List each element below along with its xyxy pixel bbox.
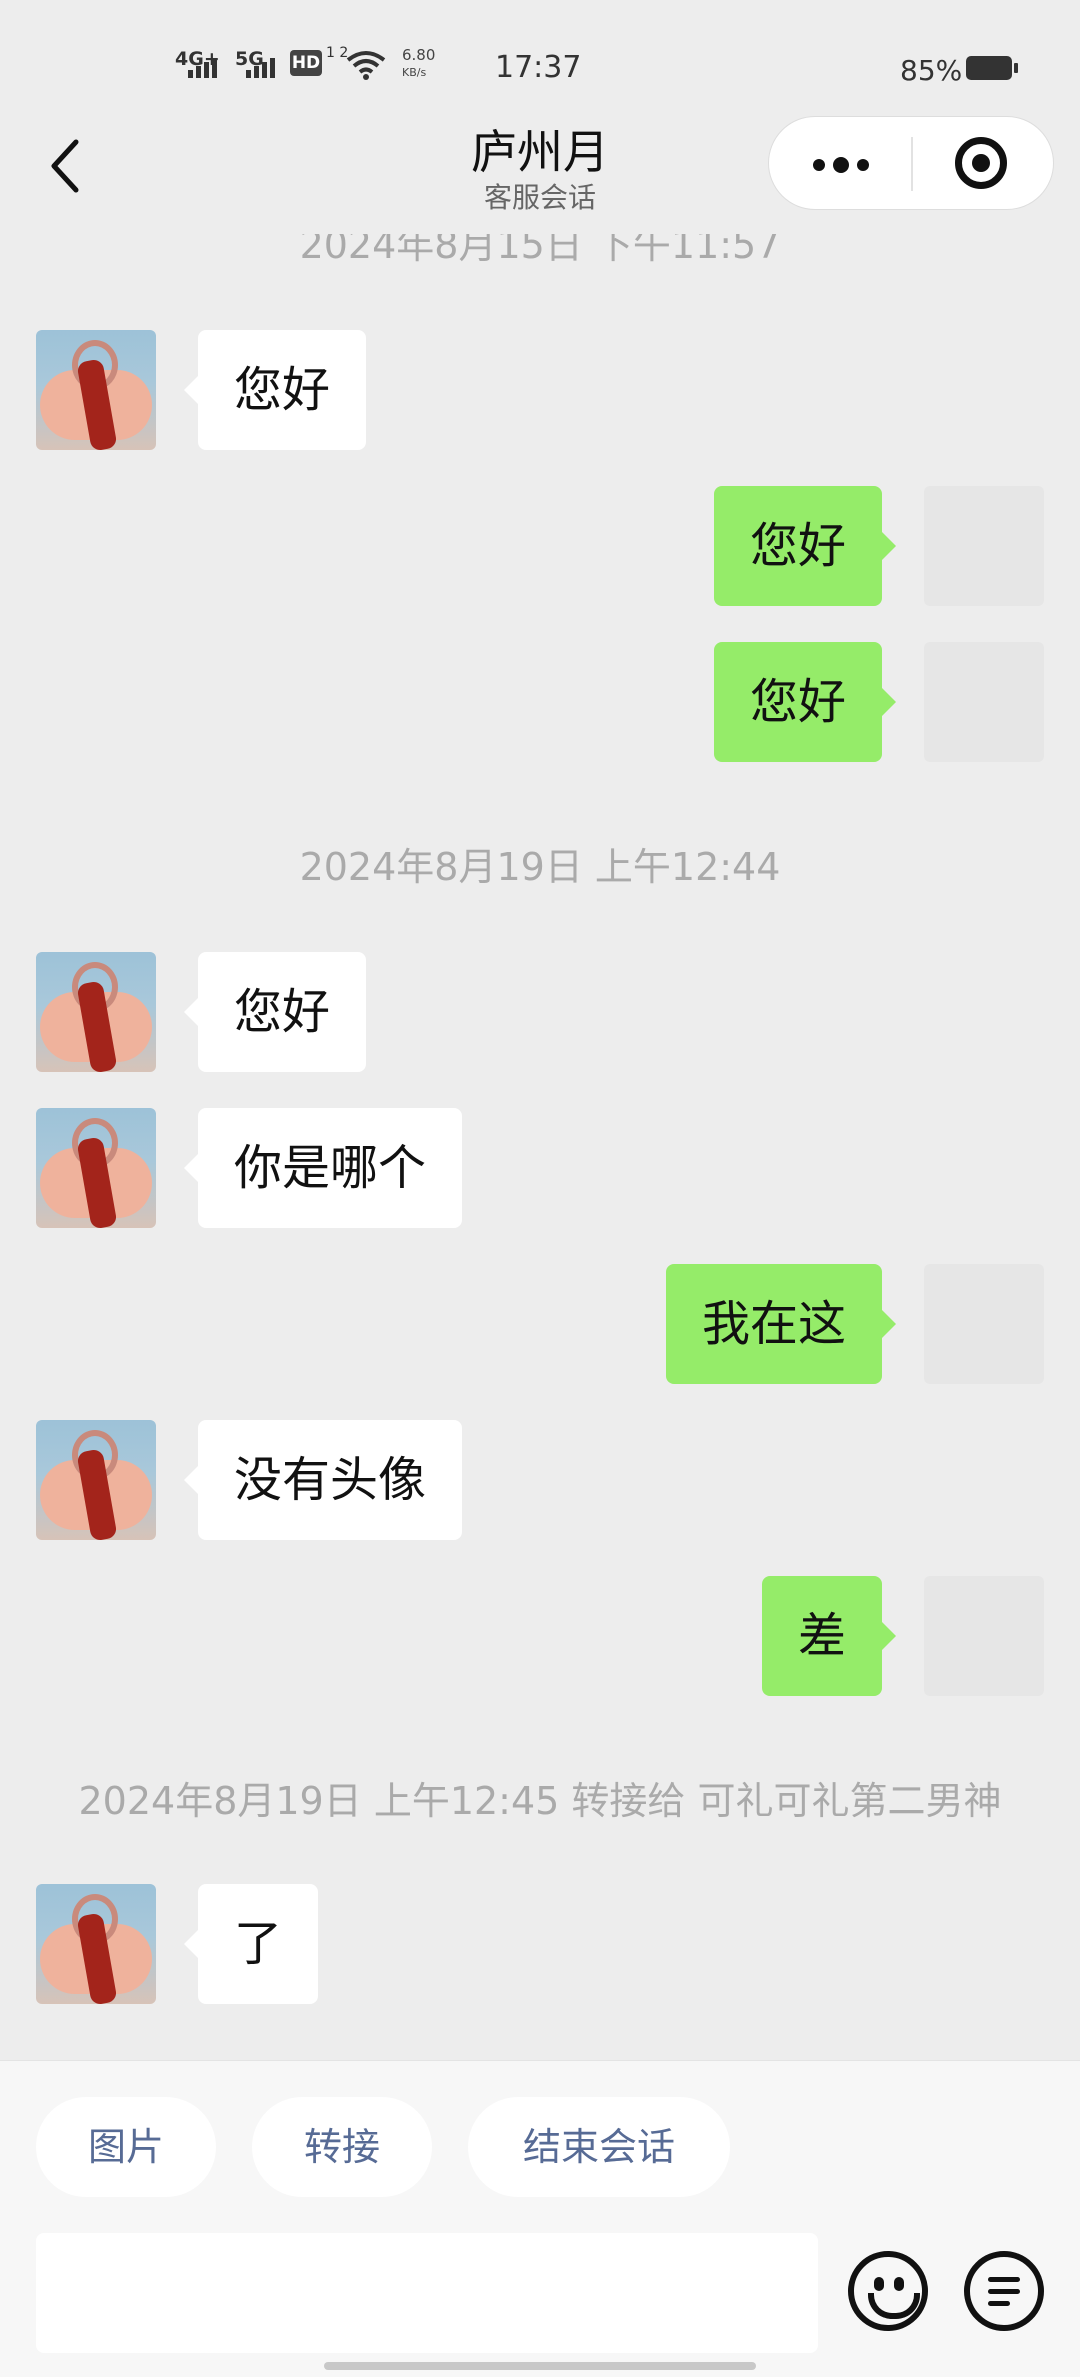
- message-received[interactable]: 了: [183, 1884, 319, 2004]
- avatar[interactable]: [36, 952, 156, 1072]
- capsule-divider: [911, 137, 913, 191]
- network-speed: 6.80 KB/s: [402, 46, 435, 82]
- speed-unit: KB/s: [402, 66, 427, 79]
- message-sent[interactable]: 差: [761, 1576, 897, 1696]
- avatar-self[interactable]: [924, 642, 1044, 762]
- miniprogram-capsule: [768, 116, 1054, 210]
- wifi-icon: [346, 51, 386, 80]
- signal-bars-icon: [188, 56, 222, 78]
- emoji-icon[interactable]: [848, 2251, 928, 2331]
- target-icon[interactable]: [955, 137, 1007, 189]
- battery-percent: 85%: [900, 54, 963, 87]
- avatar-self[interactable]: [924, 1576, 1044, 1696]
- image-button[interactable]: 图片: [36, 2097, 216, 2197]
- more-dots-icon[interactable]: [807, 145, 877, 181]
- message-received[interactable]: 您好: [183, 952, 367, 1072]
- message-input[interactable]: [36, 2233, 818, 2353]
- chat-area[interactable]: 2024年8月15日 下午11:57 您好 您好 您好 2024年8月19日 上…: [0, 234, 1080, 2060]
- nav-bar: 庐州月 客服会话: [0, 110, 1080, 234]
- message-sent[interactable]: 我在这: [665, 1264, 897, 1384]
- end-session-button[interactable]: 结束会话: [468, 2097, 730, 2197]
- status-bar: 4G+ 5G HD 1 2 6.80 KB/s 17:37 85%: [0, 0, 1080, 110]
- avatar[interactable]: [36, 330, 156, 450]
- message-sent[interactable]: 您好: [713, 642, 897, 762]
- signal-bars-5g-icon: [246, 56, 280, 78]
- clock: 17:37: [495, 50, 582, 85]
- message-received[interactable]: 你是哪个: [183, 1108, 463, 1228]
- timestamp: 2024年8月19日 上午12:44: [299, 845, 781, 889]
- speed-value: 6.80: [402, 46, 436, 64]
- message-received[interactable]: 您好: [183, 330, 367, 450]
- avatar[interactable]: [36, 1884, 156, 2004]
- home-indicator[interactable]: [324, 2362, 756, 2370]
- timestamp-transfer: 2024年8月19日 上午12:45 转接给 可礼可礼第二男神: [78, 1779, 1002, 1823]
- hd-badge: HD: [290, 50, 322, 76]
- avatar-self[interactable]: [924, 1264, 1044, 1384]
- battery-icon: [966, 56, 1018, 80]
- hd-sub-label: 1 2: [326, 45, 349, 61]
- avatar[interactable]: [36, 1420, 156, 1540]
- message-sent[interactable]: 您好: [713, 486, 897, 606]
- timestamp: 2024年8月15日 下午11:57: [299, 234, 781, 267]
- avatar[interactable]: [36, 1108, 156, 1228]
- menu-icon[interactable]: [964, 2251, 1044, 2331]
- message-received[interactable]: 没有头像: [183, 1420, 463, 1540]
- input-panel: 图片 转接 结束会话: [0, 2060, 1080, 2377]
- avatar-self[interactable]: [924, 486, 1044, 606]
- transfer-button[interactable]: 转接: [252, 2097, 432, 2197]
